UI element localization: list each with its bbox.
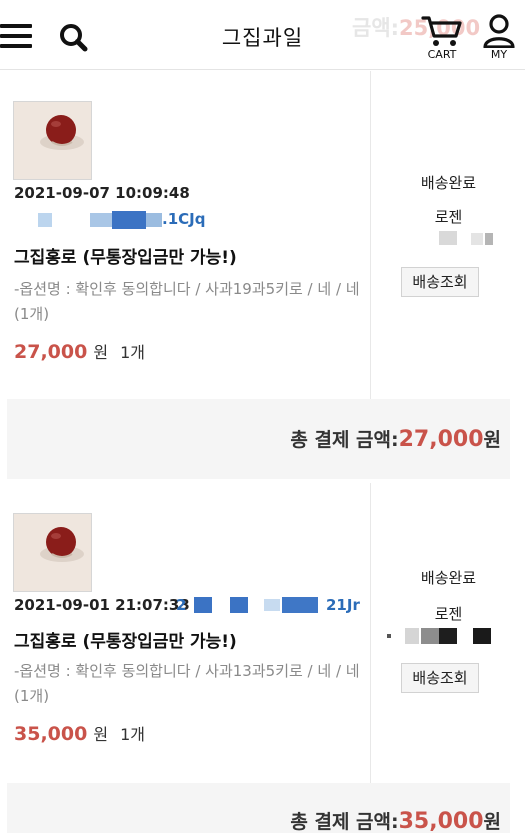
order-card: 2021-09-01 21:07:33 2 21Jr 그집홍로 (무통장입금만 … xyxy=(0,483,525,833)
product-name[interactable]: 그집홍로 (무통장입금만 가능!) xyxy=(14,243,237,268)
blurred-tracking-number xyxy=(421,628,439,644)
delivery-status: 배송완료 xyxy=(420,174,477,192)
order-code-suffix: .1CJq xyxy=(162,210,206,228)
blurred-order-number xyxy=(264,599,280,611)
blurred-tracking-number xyxy=(387,634,391,638)
total-amount: 27,000 xyxy=(398,427,484,452)
total-amount: 35,000 xyxy=(398,809,484,833)
cart-icon xyxy=(421,16,462,46)
blurred-tracking-number xyxy=(473,628,491,644)
order-details: 2021-09-01 21:07:33 2 21Jr 그집홍로 (무통장입금만 … xyxy=(0,483,370,811)
currency-unit: 원 xyxy=(93,725,109,744)
order-datetime: 2021-09-01 21:07:33 xyxy=(14,596,190,614)
product-price: 27,000 xyxy=(14,341,88,363)
total-unit: 원 xyxy=(483,811,501,833)
user-icon xyxy=(483,14,515,49)
quantity: 1개 xyxy=(120,343,145,362)
order-code-suffix: 21Jr xyxy=(326,596,360,614)
track-delivery-button[interactable]: 배송조회 xyxy=(401,267,479,297)
delivery-info: 배송완료 로젠 배송조회 xyxy=(370,483,525,783)
faded-total-label: 금액: xyxy=(352,16,400,40)
courier-name: 로젠 xyxy=(434,208,463,226)
order-code-prefix: 2 xyxy=(176,596,187,614)
order-total-bar: 총 결제 금액:35,000원 xyxy=(7,783,510,833)
delivery-status: 배송완료 xyxy=(420,569,477,587)
product-option: -옵션명 : 확인후 동의합니다 / 사과13과5키로 / 네 / 네 (1개) xyxy=(14,662,360,705)
product-name[interactable]: 그집홍로 (무통장입금만 가능!) xyxy=(14,627,237,652)
order-card: 2021-09-07 10:09:48 .1CJq 그집홍로 (무통장입금만 가… xyxy=(0,71,525,479)
order-total-bar: 총 결제 금액:27,000원 xyxy=(7,399,510,479)
blurred-order-number xyxy=(90,213,112,227)
blurred-tracking-number xyxy=(439,628,457,644)
track-delivery-button[interactable]: 배송조회 xyxy=(401,663,479,693)
order-details: 2021-09-07 10:09:48 .1CJq 그집홍로 (무통장입금만 가… xyxy=(0,71,370,399)
order-total: 총 결제 금액:35,000원 xyxy=(290,807,501,833)
my-label: MY xyxy=(490,48,508,61)
blurred-order-number xyxy=(194,597,212,613)
blurred-tracking-number xyxy=(471,233,483,245)
blurred-tracking-number xyxy=(485,233,493,245)
blurred-order-number xyxy=(112,211,146,229)
courier-name: 로젠 xyxy=(434,605,463,623)
currency-unit: 원 xyxy=(93,343,109,362)
quantity: 1개 xyxy=(120,725,145,744)
total-label: 총 결제 금액: xyxy=(290,429,399,451)
delivery-info: 배송완료 로젠 배송조회 xyxy=(370,71,525,399)
order-number[interactable]: 2 21Jr xyxy=(176,594,366,616)
blurred-order-number xyxy=(146,213,162,227)
product-option: -옵션명 : 확인후 동의합니다 / 사과19과5키로 / 네 / 네 (1개) xyxy=(14,280,360,323)
app-header: 그집과일 금액:25,000 CART MY xyxy=(0,0,525,70)
blurred-tracking-number xyxy=(439,231,457,245)
order-datetime: 2021-09-07 10:09:48 xyxy=(14,184,190,202)
order-number[interactable]: .1CJq xyxy=(30,209,215,231)
order-total: 총 결제 금액:27,000원 xyxy=(290,425,501,452)
cart-label: CART xyxy=(427,48,457,61)
my-page-button[interactable]: MY xyxy=(476,14,522,62)
total-label: 총 결제 금액: xyxy=(290,811,399,833)
product-thumbnail[interactable] xyxy=(13,101,92,180)
blurred-order-number xyxy=(230,597,248,613)
blurred-tracking-number xyxy=(405,628,419,644)
blurred-order-number xyxy=(38,213,52,227)
blurred-order-number xyxy=(282,597,318,613)
product-thumbnail[interactable] xyxy=(13,513,92,592)
price-line: 27,000 원 1개 xyxy=(14,339,145,363)
price-line: 35,000 원 1개 xyxy=(14,721,145,745)
cart-button[interactable]: CART xyxy=(420,14,464,62)
product-price: 35,000 xyxy=(14,723,88,745)
total-unit: 원 xyxy=(483,429,501,451)
